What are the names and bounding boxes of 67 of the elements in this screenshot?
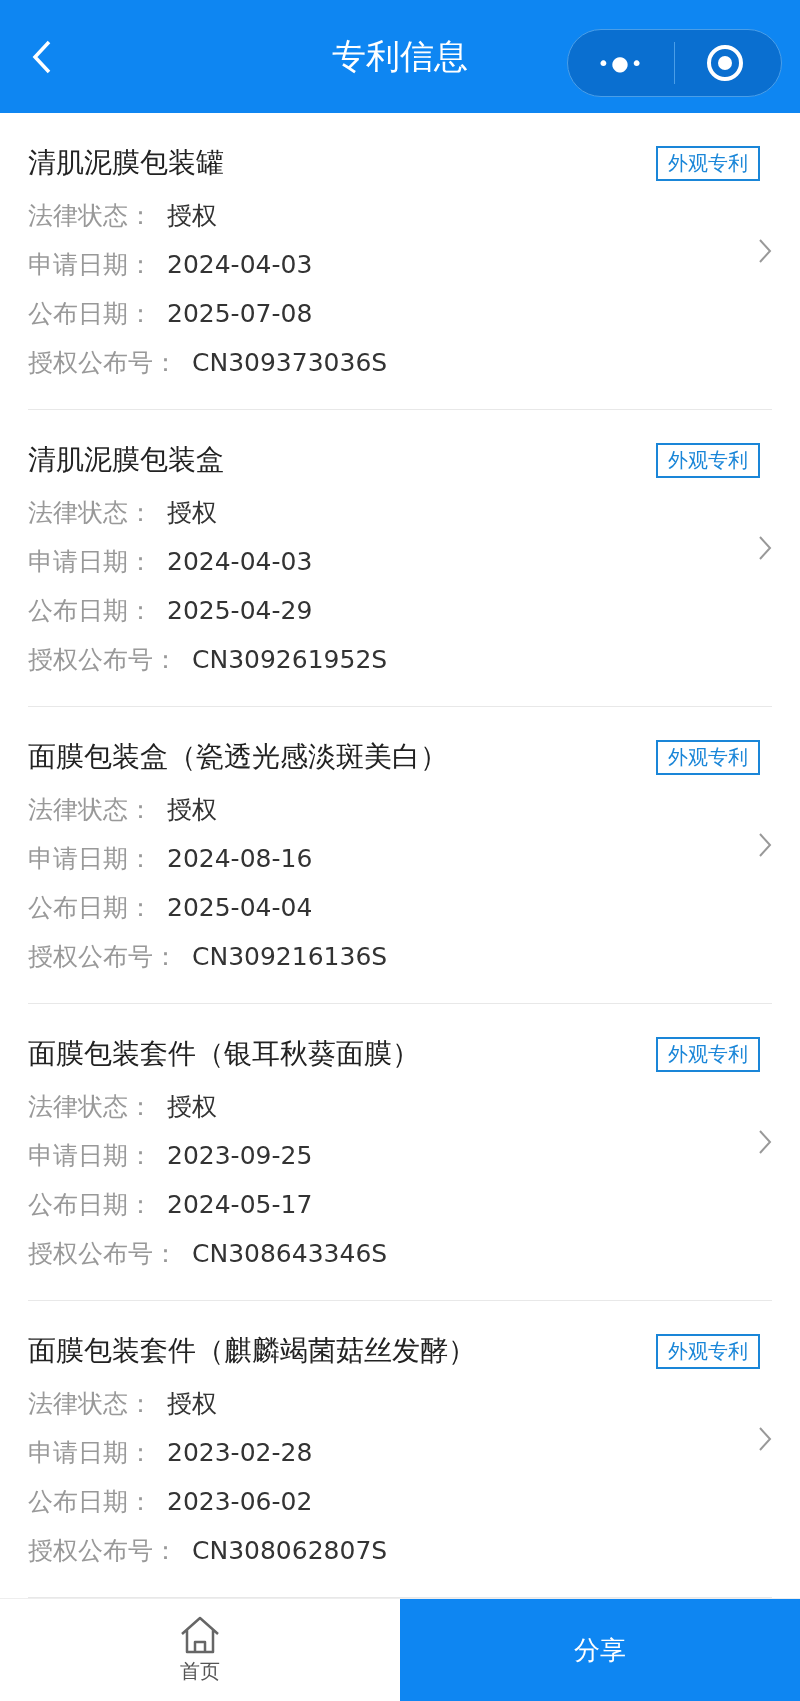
field-value: CN309373036S	[192, 348, 388, 377]
field-label: 公布日期：	[28, 1189, 153, 1221]
patent-card[interactable]: 面膜包装套件（麒麟竭菌菇丝发酵） 外观专利 法律状态： 授权 申请日期： 2023-02-28 公布日期： 2023-06-02 授权公布号： CN308062807S	[28, 1301, 772, 1598]
field-label: 授权公布号：	[28, 1535, 178, 1567]
close-target-icon[interactable]	[705, 43, 745, 83]
field-label: 法律状态：	[28, 1388, 153, 1420]
field-value: 2025-04-29	[167, 596, 313, 625]
field-label: 申请日期：	[28, 546, 153, 578]
patent-type-tag: 外观专利	[656, 739, 760, 775]
chevron-right-icon	[758, 1129, 772, 1155]
field-value: 2023-09-25	[167, 1141, 313, 1170]
more-button[interactable]: •●•	[568, 51, 674, 75]
field-value: 2024-08-16	[167, 844, 313, 873]
field-value: 授权	[167, 1388, 217, 1420]
patent-type-tag: 外观专利	[656, 145, 760, 181]
field-value: 2024-04-03	[167, 547, 313, 576]
field-value: 2024-05-17	[167, 1190, 313, 1219]
patent-title: 清肌泥膜包装罐	[28, 145, 224, 181]
field-label: 申请日期：	[28, 843, 153, 875]
patent-type-tag: 外观专利	[656, 442, 760, 478]
back-icon[interactable]	[32, 40, 52, 74]
patent-title: 清肌泥膜包装盒	[28, 442, 224, 478]
field-value: CN309261952S	[192, 645, 388, 674]
field-value: 授权	[167, 497, 217, 529]
field-label: 申请日期：	[28, 1140, 153, 1172]
patent-card[interactable]: 面膜包装盒（瓷透光感淡斑美白） 外观专利 法律状态： 授权 申请日期： 2024-08-16 公布日期： 2025-04-04 授权公布号： CN309216136S	[28, 707, 772, 1004]
patent-title: 面膜包装盒（瓷透光感淡斑美白）	[28, 739, 448, 775]
field-value: CN308643346S	[192, 1239, 388, 1268]
chevron-right-icon	[758, 1426, 772, 1452]
patent-card[interactable]: 清肌泥膜包装盒 外观专利 法律状态： 授权 申请日期： 2024-04-03 公布日期： 2025-04-29 授权公布号： CN309261952S	[28, 410, 772, 707]
field-label: 授权公布号：	[28, 347, 178, 379]
field-value: 授权	[167, 794, 217, 826]
field-value: 2023-02-28	[167, 1438, 313, 1467]
field-label: 授权公布号：	[28, 644, 178, 676]
patent-title: 面膜包装套件（麒麟竭菌菇丝发酵）	[28, 1333, 476, 1369]
field-value: CN309216136S	[192, 942, 388, 971]
field-label: 法律状态：	[28, 794, 153, 826]
field-label: 授权公布号：	[28, 1238, 178, 1270]
field-label: 申请日期：	[28, 249, 153, 281]
field-label: 公布日期：	[28, 595, 153, 627]
field-label: 法律状态：	[28, 200, 153, 232]
share-button[interactable]: 分享	[400, 1599, 800, 1701]
patent-card[interactable]: 清肌泥膜包装罐 外观专利 法律状态： 授权 申请日期： 2024-04-03 公布日期： 2025-07-08 授权公布号： CN309373036S	[28, 113, 772, 410]
field-label: 法律状态：	[28, 497, 153, 529]
chevron-right-icon	[758, 535, 772, 561]
field-label: 申请日期：	[28, 1437, 153, 1469]
field-value: 授权	[167, 200, 217, 232]
field-label: 公布日期：	[28, 298, 153, 330]
field-label: 法律状态：	[28, 1091, 153, 1123]
field-value: 2024-04-03	[167, 250, 313, 279]
patent-type-tag: 外观专利	[656, 1333, 760, 1369]
field-value: 授权	[167, 1091, 217, 1123]
home-label[interactable]: 首页	[180, 1657, 220, 1685]
patent-type-tag: 外观专利	[656, 1036, 760, 1072]
field-label: 授权公布号：	[28, 941, 178, 973]
field-value: CN308062807S	[192, 1536, 388, 1565]
field-label: 公布日期：	[28, 1486, 153, 1518]
field-value: 2025-07-08	[167, 299, 313, 328]
home-icon[interactable]	[179, 1615, 221, 1654]
field-label: 公布日期：	[28, 892, 153, 924]
chevron-right-icon	[758, 832, 772, 858]
field-value: 2025-04-04	[167, 893, 313, 922]
chevron-right-icon	[758, 238, 772, 264]
patent-title: 面膜包装套件（银耳秋葵面膜）	[28, 1036, 420, 1072]
patent-card[interactable]: 面膜包装套件（银耳秋葵面膜） 外观专利 法律状态： 授权 申请日期： 2023-09-25 公布日期： 2024-05-17 授权公布号： CN308643346S	[28, 1004, 772, 1301]
page-title: 专利信息	[332, 34, 468, 78]
field-value: 2023-06-02	[167, 1487, 313, 1516]
